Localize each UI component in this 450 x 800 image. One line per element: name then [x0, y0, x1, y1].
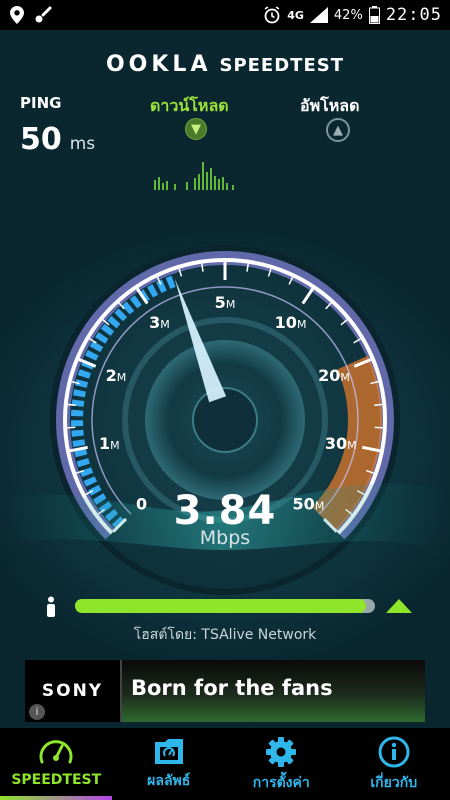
nav-settings[interactable]: การตั้งค่า — [225, 728, 338, 800]
nav-results[interactable]: ผลลัพธ์ — [113, 728, 226, 800]
info-icon — [378, 736, 410, 768]
ad-info-icon[interactable]: i — [29, 704, 45, 720]
nav-label-results: ผลลัพธ์ — [147, 773, 191, 789]
carrier-logo-icon — [35, 6, 52, 23]
server-triangle-icon — [386, 599, 412, 613]
speedometer-icon — [39, 740, 73, 764]
nav-speedtest[interactable]: SPEEDTEST — [0, 728, 113, 800]
battery-percent: 42% — [333, 7, 363, 23]
clock: 22:05 — [385, 5, 442, 25]
progress-fill — [75, 599, 366, 613]
nav-about[interactable]: เกี่ยวกับ — [338, 728, 450, 800]
ad-banner[interactable]: SONY Born for the fans i — [25, 660, 425, 722]
ad-headline: Born for the fans — [131, 676, 333, 700]
network-type: 4G — [287, 8, 304, 22]
nav-label-speedtest: SPEEDTEST — [11, 772, 102, 788]
signal-strength-icon — [309, 7, 328, 23]
host-info: โฮสต์โดย: TSAlive Network — [133, 627, 317, 643]
bottom-navigation: SPEEDTEST ผลลัพธ์ การตั้งค่า เกี่ยวกับ — [0, 728, 450, 800]
person-icon — [47, 596, 55, 617]
gauge-minor-tick — [374, 403, 383, 407]
progress-track — [75, 599, 375, 613]
gauge-minor-tick — [67, 403, 76, 407]
speed-unit: Mbps — [199, 527, 251, 549]
location-pin-icon — [10, 6, 24, 24]
alarm-clock-icon — [264, 6, 280, 24]
status-bar: 4G 42% 22:05 — [0, 0, 450, 30]
speedtest-screen: OOKLA SPEEDTEST PING 50 ms ดาวน์โหลด ▼ อัพ… — [0, 30, 450, 728]
nav-label-settings: การตั้งค่า — [252, 775, 310, 791]
active-tab-indicator — [0, 796, 112, 800]
results-folder-icon — [154, 739, 183, 764]
nav-label-about: เกี่ยวกับ — [370, 775, 418, 791]
gear-icon — [266, 737, 297, 767]
battery-icon — [368, 6, 380, 24]
test-progress — [44, 596, 424, 617]
